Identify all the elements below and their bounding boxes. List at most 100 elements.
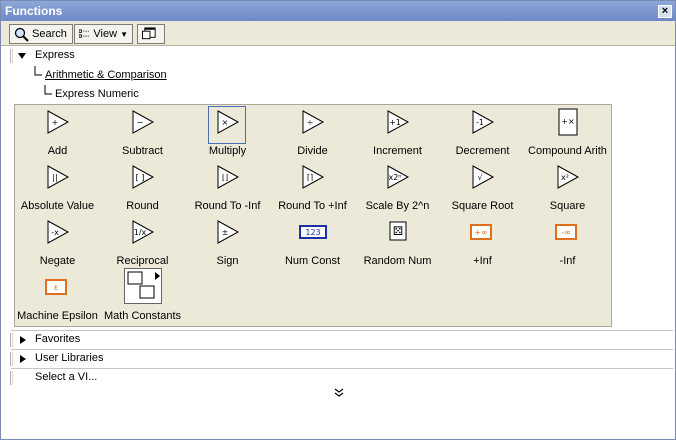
palette-item-round[interactable]: [ ] Round bbox=[100, 160, 185, 214]
palette-item-sign[interactable]: ± Sign bbox=[185, 215, 270, 269]
palette-item-compound-arith[interactable]: +× Compound Arith bbox=[525, 105, 610, 159]
view-label: View bbox=[93, 28, 118, 40]
dropdown-arrow-icon: ▼ bbox=[120, 29, 128, 39]
machine-epsilon-icon: ε bbox=[44, 273, 72, 304]
palette-item-label: Compound Arith bbox=[528, 145, 607, 157]
palette-item-label: Round To -Inf bbox=[194, 200, 261, 212]
tree-row-user-libraries[interactable]: User Libraries bbox=[1, 350, 675, 368]
search-button[interactable]: Search bbox=[9, 24, 73, 44]
square-icon: x² bbox=[554, 163, 582, 194]
subtract-icon: − bbox=[129, 108, 157, 139]
tree-row-express-numeric[interactable]: Express Numeric bbox=[1, 85, 675, 103]
palette-item-label: Increment bbox=[373, 145, 422, 157]
palette-options-button[interactable] bbox=[137, 24, 165, 44]
palette-item-label: Square bbox=[549, 200, 586, 212]
svg-text:x²: x² bbox=[561, 173, 569, 182]
svg-text:±: ± bbox=[221, 228, 228, 237]
palette-item-subtract[interactable]: − Subtract bbox=[100, 105, 185, 159]
palette-item-absolute-value[interactable]: || Absolute Value bbox=[15, 160, 100, 214]
palette-item-inf[interactable]: -∞ -Inf bbox=[525, 215, 610, 269]
reciprocal-icon: 1/x bbox=[129, 218, 157, 249]
tree-row-express[interactable]: Express bbox=[1, 47, 675, 65]
palette-item-round-to-inf[interactable]: ⌈⌉ Round To +Inf bbox=[270, 160, 355, 214]
svg-text:-1: -1 bbox=[476, 118, 484, 127]
select-vi-label: Select a VI... bbox=[35, 371, 98, 383]
collapse-triangle-icon[interactable] bbox=[18, 53, 26, 59]
view-button[interactable]: View ▼ bbox=[74, 24, 133, 44]
svg-text:x2ⁿ: x2ⁿ bbox=[388, 173, 401, 182]
row-grip bbox=[10, 371, 13, 385]
palette-item-label: Absolute Value bbox=[20, 200, 95, 212]
svg-text:ε: ε bbox=[53, 283, 57, 292]
svg-text:[ ]: [ ] bbox=[135, 173, 144, 182]
palette-item-label: Reciprocal bbox=[116, 255, 169, 267]
palette-item-machine-epsilon[interactable]: ε Machine Epsilon bbox=[15, 270, 100, 324]
inf-icon: -∞ bbox=[554, 218, 582, 249]
expand-more-icon[interactable] bbox=[334, 388, 344, 401]
palette-item-reciprocal[interactable]: 1/x Reciprocal bbox=[100, 215, 185, 269]
svg-text:⚄: ⚄ bbox=[392, 224, 402, 238]
express-numeric-palette: + Add − Subtract × Multiply ÷ Divide +1 Increment… bbox=[14, 104, 612, 327]
svg-text:-x: -x bbox=[51, 228, 59, 237]
search-label: Search bbox=[32, 28, 67, 40]
magnifier-icon bbox=[14, 27, 29, 42]
palette-item-negate[interactable]: -x Negate bbox=[15, 215, 100, 269]
palette-item-random-num[interactable]: ⚄ Random Num bbox=[355, 215, 440, 269]
palette-item-increment[interactable]: +1 Increment bbox=[355, 105, 440, 159]
palette-item-label: Round To +Inf bbox=[278, 200, 347, 212]
palette-item-square[interactable]: x² Square bbox=[525, 160, 610, 214]
toolbar: Search View ▼ bbox=[1, 21, 675, 46]
palette-item-label: +Inf bbox=[473, 255, 492, 267]
express-numeric-label: Express Numeric bbox=[55, 88, 139, 100]
user-libraries-label: User Libraries bbox=[35, 352, 104, 364]
math-constants-icon: π e bbox=[123, 268, 162, 307]
palette-item-num-const[interactable]: 123 Num Const bbox=[270, 215, 355, 269]
close-icon: × bbox=[661, 5, 669, 17]
round-to-inf-icon: ⌈⌉ bbox=[299, 163, 327, 194]
palette-item-label: Round bbox=[126, 200, 159, 212]
svg-text:123: 123 bbox=[305, 228, 320, 237]
sign-icon: ± bbox=[214, 218, 242, 249]
palette-item-label: Square Root bbox=[451, 200, 514, 212]
palette-item-label: Sign bbox=[216, 255, 239, 267]
palette-item-decrement[interactable]: -1 Decrement bbox=[440, 105, 525, 159]
arithmetic-comparison-link[interactable]: Arithmetic & Comparison bbox=[45, 69, 167, 81]
palette-item-label: Num Const bbox=[284, 255, 341, 267]
tree-row-select-vi[interactable]: Select a VI... bbox=[1, 369, 675, 387]
close-button[interactable]: × bbox=[658, 5, 672, 18]
row-grip bbox=[10, 49, 13, 63]
palette-item-add[interactable]: + Add bbox=[15, 105, 100, 159]
palette-item-label: Scale By 2^n bbox=[365, 200, 430, 212]
square-root-icon: √ bbox=[469, 163, 497, 194]
tree-row-favorites[interactable]: Favorites bbox=[1, 331, 675, 349]
palette-item-label: Multiply bbox=[208, 145, 247, 157]
random-num-icon: ⚄ bbox=[384, 218, 412, 249]
expand-triangle-icon[interactable] bbox=[20, 355, 26, 363]
palette-item-inf[interactable]: +∞ +Inf bbox=[440, 215, 525, 269]
expand-triangle-icon[interactable] bbox=[20, 336, 26, 344]
negate-icon: -x bbox=[44, 218, 72, 249]
svg-text:+: + bbox=[51, 118, 58, 127]
svg-text:+×: +× bbox=[561, 117, 574, 126]
palette-item-label: Divide bbox=[297, 145, 328, 157]
tree-row-arithmetic[interactable]: Arithmetic & Comparison bbox=[1, 66, 675, 84]
svg-text:+1: +1 bbox=[389, 118, 401, 127]
palette-item-divide[interactable]: ÷ Divide bbox=[270, 105, 355, 159]
view-icon bbox=[79, 29, 90, 38]
inf-icon: +∞ bbox=[469, 218, 497, 249]
row-grip bbox=[10, 333, 13, 347]
palette-item-math-constants[interactable]: π e Math Constants bbox=[100, 268, 185, 324]
multiply-icon: × bbox=[214, 108, 242, 139]
increment-icon: +1 bbox=[384, 108, 412, 139]
round-icon: [ ] bbox=[129, 163, 157, 194]
svg-text:-∞: -∞ bbox=[561, 228, 571, 237]
palette-item-scale-by-2-n[interactable]: x2ⁿ Scale By 2^n bbox=[355, 160, 440, 214]
divide-icon: ÷ bbox=[299, 108, 327, 139]
palette-item-round-to-inf[interactable]: ⌊⌋ Round To -Inf bbox=[185, 160, 270, 214]
palette-item-label: Math Constants bbox=[103, 310, 182, 322]
window-title: Functions bbox=[5, 4, 63, 18]
palette-item-multiply[interactable]: × Multiply bbox=[185, 105, 270, 159]
svg-text:||: || bbox=[52, 173, 57, 182]
window-icon bbox=[142, 27, 156, 40]
palette-item-square-root[interactable]: √ Square Root bbox=[440, 160, 525, 214]
